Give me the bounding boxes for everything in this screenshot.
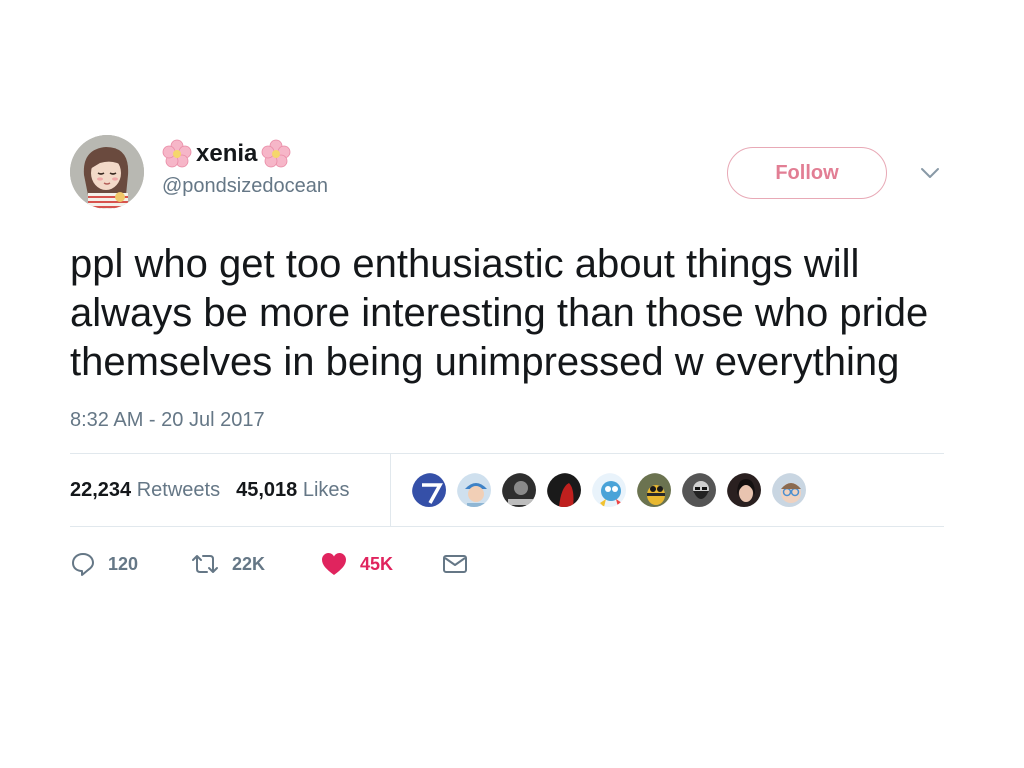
chevron-down-icon[interactable] <box>919 165 941 181</box>
liker-avatar[interactable] <box>725 471 763 509</box>
stats-divider <box>390 454 391 526</box>
liker-avatar[interactable] <box>635 471 673 509</box>
direct-message-button[interactable] <box>442 553 468 575</box>
liker-avatar[interactable] <box>410 471 448 509</box>
retweet-icon <box>192 555 218 573</box>
dark-haired-woman-icon <box>727 473 761 507</box>
retweets-stat[interactable]: 22,234 Retweets <box>70 479 220 502</box>
liker-avatar[interactable] <box>500 471 538 509</box>
reply-icon <box>72 553 94 576</box>
bee-character-icon <box>637 473 671 507</box>
user-names: xenia @pondsizedocean <box>162 139 328 198</box>
tweet-card: xenia @pondsizedocean Follow ppl who get… <box>70 135 944 579</box>
follow-button[interactable]: Follow <box>727 147 887 199</box>
liker-avatars <box>410 471 815 509</box>
likes-count: 45,018 <box>236 478 298 501</box>
glasses-person-icon <box>772 473 806 507</box>
person-cap-icon <box>457 473 491 507</box>
likes-stat[interactable]: 45,018 Likes <box>236 479 349 502</box>
cartoon-character-icon <box>592 473 626 507</box>
retweets-count: 22,234 <box>70 478 132 501</box>
reply-count: 120 <box>108 553 139 574</box>
retweet-count: 22K <box>232 553 266 574</box>
likes-label: Likes <box>302 478 350 501</box>
avatar-illustration <box>70 135 144 209</box>
heart-icon <box>322 553 346 575</box>
retweet-button[interactable]: 22K <box>190 551 320 577</box>
cherry-blossom-icon <box>261 139 291 168</box>
liker-avatar[interactable] <box>455 471 493 509</box>
retweets-label: Retweets <box>136 478 221 501</box>
tweet-text: ppl who get too enthusiastic about thing… <box>70 242 929 384</box>
reply-button[interactable]: 120 <box>70 551 190 577</box>
bearded-man-icon <box>682 473 716 507</box>
tweet-stats: 22,234 Retweets 45,018 Likes <box>70 453 944 527</box>
red-figure-icon <box>547 473 581 507</box>
liker-avatar[interactable] <box>680 471 718 509</box>
envelope-icon <box>443 555 467 573</box>
tweet-timestamp[interactable]: 8:32 AM - 20 Jul 2017 <box>70 409 944 432</box>
blue-seven-logo-icon <box>412 473 446 507</box>
like-count: 45K <box>360 553 394 574</box>
tweet-header: xenia @pondsizedocean Follow <box>70 135 944 215</box>
like-button[interactable]: 45K <box>320 551 442 577</box>
display-name-text: xenia <box>196 140 258 167</box>
user-handle[interactable]: @pondsizedocean <box>162 175 328 198</box>
liker-avatar[interactable] <box>545 471 583 509</box>
avatar[interactable] <box>70 135 144 209</box>
cherry-blossom-icon <box>162 139 192 168</box>
tweet-actions: 120 22K 45K <box>70 549 944 579</box>
display-name[interactable]: xenia <box>162 139 328 169</box>
liker-avatar[interactable] <box>590 471 628 509</box>
dark-portrait-icon <box>502 473 536 507</box>
liker-avatar[interactable] <box>770 471 808 509</box>
